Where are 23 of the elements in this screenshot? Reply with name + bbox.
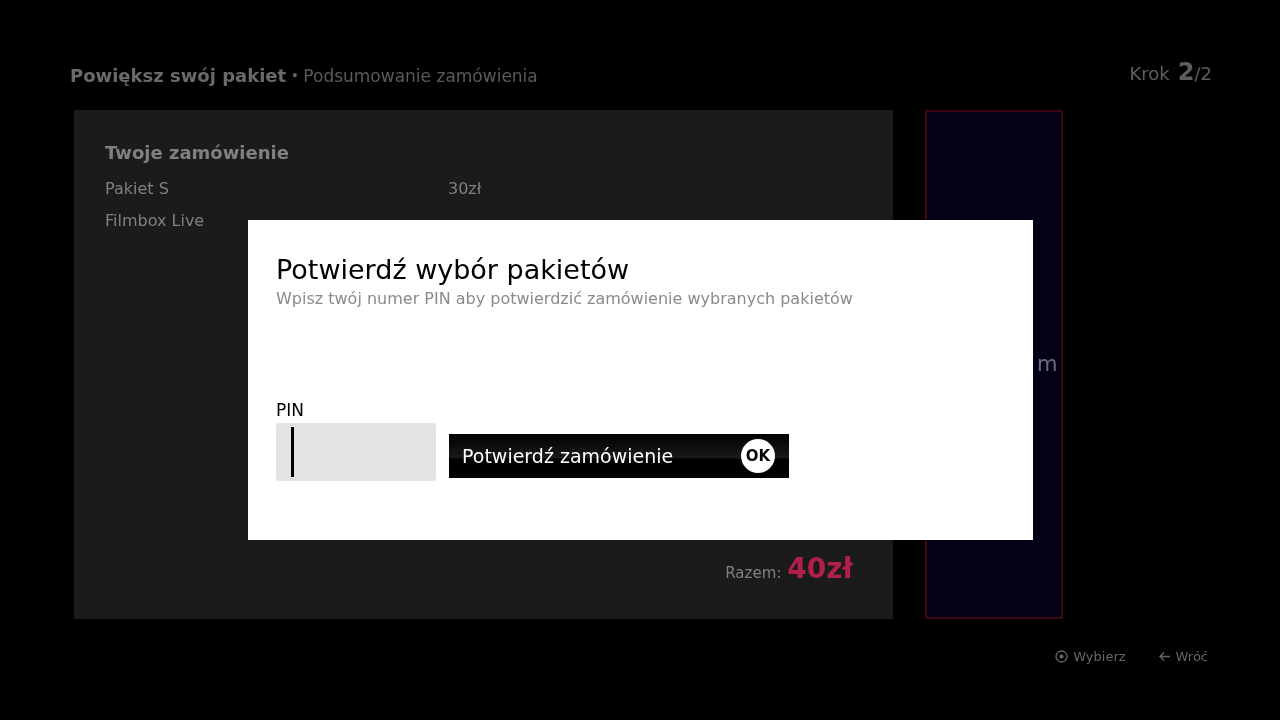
dialog-subtitle: Wpisz twój numer PIN aby potwierdzić zamówienie wybranych pakietów (276, 289, 854, 308)
separator-dot: · (291, 64, 299, 86)
order-title: Twoje zamówienie (105, 142, 290, 163)
step-label: Krok (1129, 63, 1170, 84)
back-arrow-icon (1157, 651, 1171, 662)
side-panel-text: m (1037, 352, 1058, 376)
hint-label: Wybierz (1073, 649, 1126, 664)
select-icon (1055, 650, 1069, 663)
item-price: 30zł (448, 179, 482, 200)
step-total: /2 (1194, 63, 1212, 84)
pin-label: PIN (276, 400, 305, 420)
dialog-title: Potwierdź wybór pakietów (276, 254, 631, 285)
item-name: Filmbox Live (105, 211, 206, 232)
item-name: Pakiet S (105, 179, 170, 200)
ok-badge: OK (741, 439, 775, 473)
page-subtitle: Podsumowanie zamówienia (303, 66, 538, 86)
total-label: Razem: (725, 564, 782, 582)
page-title: Powiększ swój pakiet (70, 65, 287, 86)
confirm-button[interactable]: Potwierdź zamówienie OK (449, 434, 789, 478)
pin-field[interactable] (276, 423, 436, 481)
total-value: 40zł (787, 552, 853, 585)
hint-label: Wróć (1175, 649, 1208, 664)
step-current: 2 (1177, 58, 1195, 86)
